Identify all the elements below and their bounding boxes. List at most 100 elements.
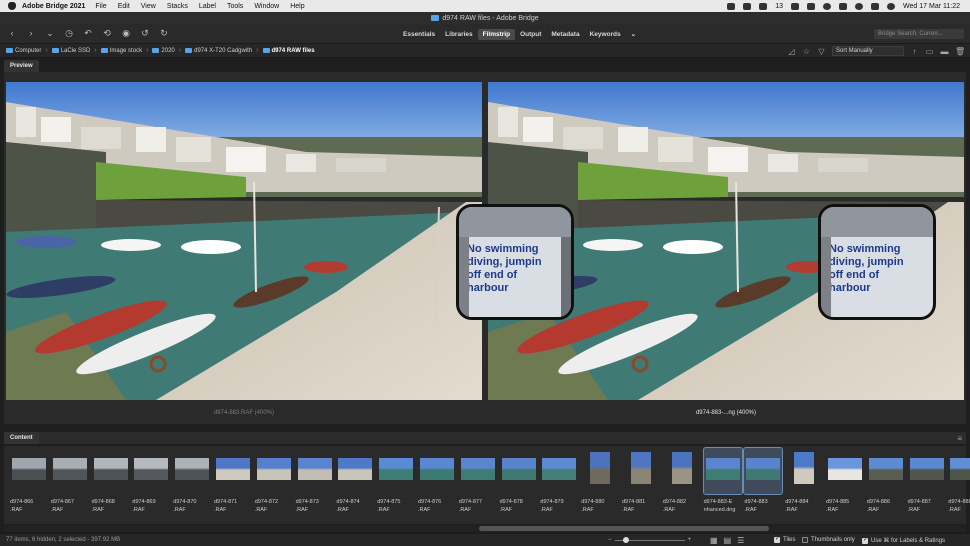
filmstrip-thumbnail[interactable]: d974-872 .RAF <box>255 448 293 513</box>
filmstrip-thumbnail[interactable]: d974-874 .RAF <box>336 448 374 513</box>
menu-edit[interactable]: Edit <box>118 3 130 10</box>
filmstrip-thumbnail[interactable]: d974-871 .RAF <box>214 448 252 513</box>
dropbox-icon[interactable] <box>743 2 752 10</box>
thumbnail-cell[interactable] <box>581 448 619 494</box>
checkbox-unchecked-icon[interactable] <box>802 537 808 543</box>
loupe-right[interactable]: No swimming diving, jumpin off end of ha… <box>818 204 936 320</box>
use-cmd-checkbox[interactable]: Use ⌘ for Labels & Ratings <box>862 536 945 544</box>
rotate-right-icon[interactable]: ↻ <box>158 28 170 39</box>
menu-stacks[interactable]: Stacks <box>167 3 188 10</box>
thumbnail-cell[interactable] <box>214 448 252 494</box>
thumbnail-cell[interactable] <box>173 448 211 494</box>
thumbnail-image[interactable] <box>256 458 291 480</box>
new-folder-icon[interactable]: ▬ <box>940 47 949 56</box>
filmstrip-thumbnail[interactable]: d974-866 .RAF <box>10 448 48 513</box>
filmstrip-thumbnail[interactable]: d974-880 .RAF <box>581 448 619 513</box>
thumbnail-image[interactable] <box>134 458 169 480</box>
thumbnail-size-slider[interactable]: − + <box>608 536 692 543</box>
filmstrip-thumbnail[interactable]: d974-867 .RAF <box>51 448 89 513</box>
workspace-more-chevron-icon[interactable]: ⌄ <box>626 28 641 40</box>
thumbnail-image[interactable] <box>828 458 862 480</box>
thumbnail-image[interactable] <box>93 458 128 480</box>
thumbnail-cell[interactable] <box>622 448 660 494</box>
slider-track[interactable] <box>614 536 685 543</box>
breadcrumb-2020[interactable]: 2020 › <box>152 47 185 54</box>
thumbnail-cell[interactable] <box>132 448 170 494</box>
thumbnail-image[interactable] <box>460 458 495 480</box>
zoom-in-icon[interactable]: + <box>688 537 692 543</box>
rating-filter-icon[interactable]: ☆ <box>802 47 811 56</box>
grid-view-icon[interactable]: ▦ <box>710 536 718 545</box>
boomerang-icon[interactable]: ⟲ <box>101 28 113 39</box>
workspace-essentials[interactable]: Essentials <box>398 29 440 40</box>
thumbnail-cell[interactable] <box>867 448 905 494</box>
filmstrip-thumbnail[interactable]: d974-869 .RAF <box>132 448 170 513</box>
thumbnail-image[interactable] <box>379 458 414 480</box>
camera-import-icon[interactable]: ◉ <box>120 28 132 39</box>
open-recent-icon[interactable]: ▭ <box>925 47 934 56</box>
return-icon[interactable]: ↶ <box>82 28 94 39</box>
thumbnail-cell[interactable] <box>92 448 130 494</box>
filmstrip-thumbnail[interactable]: d974-876 .RAF <box>418 448 456 513</box>
thumbnail-cell[interactable] <box>51 448 89 494</box>
thumbnail-cell[interactable] <box>540 448 578 494</box>
search-input[interactable]: Bridge Search: Curren... <box>874 29 964 39</box>
bluetooth-icon[interactable] <box>791 2 800 10</box>
thumbnail-cell[interactable] <box>296 448 334 494</box>
breadcrumb-computer[interactable]: Computer › <box>6 47 52 54</box>
rotate-left-icon[interactable]: ↺ <box>139 28 151 39</box>
slider-knob[interactable] <box>622 536 629 543</box>
thumbnail-image[interactable] <box>868 458 903 480</box>
thumbnail-image[interactable] <box>671 452 692 484</box>
sort-direction-icon[interactable]: ↑ <box>910 47 919 56</box>
filmstrip-thumbnail[interactable]: d974-875 .RAF <box>377 448 415 513</box>
thumbnail-cell[interactable] <box>743 447 784 495</box>
breadcrumb-cadgwith[interactable]: d974 X-T20 Cadgwith › <box>185 47 262 54</box>
loupe-left[interactable]: No swimming diving, jumpin off end of ha… <box>456 204 574 320</box>
filmstrip-thumbnail[interactable]: d974-885 .RAF <box>826 448 864 513</box>
workspace-libraries[interactable]: Libraries <box>440 29 477 40</box>
preview-image-left[interactable] <box>6 82 482 400</box>
wifi-icon[interactable] <box>823 2 832 10</box>
filmstrip-thumbnail[interactable]: d974-883-E nhanced.dng <box>702 447 743 513</box>
thumbnail-cell[interactable] <box>255 448 293 494</box>
workspace-keywords[interactable]: Keywords <box>585 29 626 40</box>
thumbnail-image[interactable] <box>590 452 611 484</box>
thumbnail-image[interactable] <box>705 458 740 480</box>
forward-icon[interactable]: › <box>25 28 37 39</box>
filmstrip-thumbnail[interactable]: d974-884 .RAF <box>785 448 823 513</box>
thumbnails-only-checkbox[interactable]: Thumbnails only <box>802 537 855 543</box>
filter-icon[interactable]: ▽ <box>817 47 826 56</box>
menu-tools[interactable]: Tools <box>227 3 243 10</box>
filmstrip-thumbnail[interactable]: d974-882 .RAF <box>663 448 701 513</box>
quality-options-icon[interactable]: ◿ <box>787 47 796 56</box>
thumbnail-image[interactable] <box>794 452 815 484</box>
menu-view[interactable]: View <box>141 3 156 10</box>
clock[interactable]: Wed 17 Mar 11:22 <box>903 3 960 10</box>
thumbnail-image[interactable] <box>501 458 536 480</box>
menu-window[interactable]: Window <box>254 3 279 10</box>
shield-icon[interactable] <box>759 2 768 10</box>
recent-files-icon[interactable]: ◷ <box>63 28 75 39</box>
filmstrip-thumbnail[interactable]: d974-873 .RAF <box>296 448 334 513</box>
thumbnail-image[interactable] <box>909 458 944 480</box>
scrollbar-thumb[interactable] <box>479 526 769 531</box>
tiles-checkbox[interactable]: Tiles <box>774 535 795 543</box>
workspace-output[interactable]: Output <box>515 29 546 40</box>
preview-panel-tab[interactable]: Preview <box>4 60 39 72</box>
thumbnail-cell[interactable] <box>826 448 864 494</box>
menu-help[interactable]: Help <box>290 3 304 10</box>
thumbnail-image[interactable] <box>52 458 87 480</box>
trash-icon[interactable]: 🗑 <box>955 47 965 56</box>
thumbnail-image[interactable] <box>175 458 210 480</box>
apple-menu-icon[interactable] <box>8 2 16 10</box>
list-view-icon[interactable]: ☰ <box>737 536 744 545</box>
content-panel-tab[interactable]: Content <box>4 432 39 444</box>
panel-menu-icon[interactable]: ≡ <box>957 434 962 443</box>
thumbnail-image[interactable] <box>338 458 373 480</box>
filmstrip-thumbnail[interactable]: d974-881 .RAF <box>622 448 660 513</box>
details-view-icon[interactable]: ▤ <box>724 536 732 545</box>
thumbnail-cell[interactable] <box>702 447 743 495</box>
thumbnail-image[interactable] <box>420 458 454 480</box>
thumbnail-cell[interactable] <box>663 448 701 494</box>
